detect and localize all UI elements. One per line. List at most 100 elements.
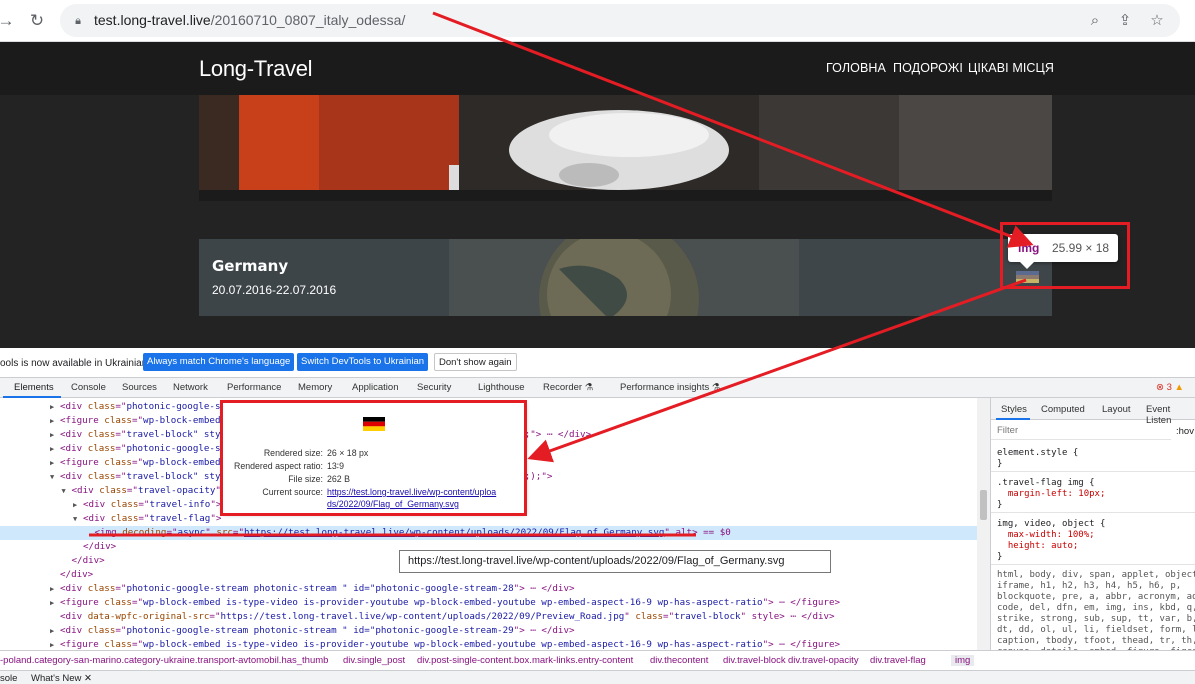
attr-value: async — [177, 527, 206, 538]
dom-line[interactable]: ▶ <div class="photonic-google-stream phot… — [0, 582, 977, 596]
tag-tail: > ⋯ </div> — [519, 583, 575, 594]
expand-triangle-icon[interactable]: ▶ — [50, 457, 60, 471]
tab-performance[interactable]: Performance — [227, 382, 281, 393]
expand-triangle-icon[interactable]: ▶ — [50, 429, 60, 443]
close-icon[interactable]: ✕ — [84, 673, 92, 684]
styles-filter-input[interactable]: Filter — [991, 420, 1171, 440]
expand-triangle-icon[interactable]: ▼ — [50, 471, 60, 485]
url-text[interactable]: test.long-travel.live/20160710_0807_ital… — [94, 12, 405, 28]
style-selector[interactable]: iframe, h1, h2, h3, h4, h5, h6, p, — [997, 581, 1181, 593]
travel-title[interactable]: Germany — [212, 257, 288, 275]
tab-elements[interactable]: Elements — [14, 382, 54, 393]
style-declaration[interactable]: max-width: 100%; — [997, 530, 1095, 542]
bookmark-star-icon[interactable]: ☆ — [1147, 11, 1167, 31]
style-declaration[interactable]: margin-left: 10px; — [997, 489, 1106, 501]
style-selector[interactable]: caption, tbody, tfoot, thead, tr, th, t — [997, 636, 1195, 648]
elements-scroll-thumb[interactable] — [980, 490, 987, 520]
drawer-tab-console[interactable]: sole — [0, 673, 17, 684]
dom-line-selected-img[interactable]: <img decoding="async" src="https://test.… — [0, 526, 977, 540]
tab-console[interactable]: Console — [71, 382, 106, 393]
expand-triangle-icon[interactable]: ▶ — [50, 639, 60, 650]
share-icon[interactable]: ⇪ — [1115, 11, 1135, 31]
tab-memory[interactable]: Memory — [298, 382, 332, 393]
style-selector[interactable]: } — [997, 552, 1002, 564]
styles-tabbar: Styles Computed Layout Event Listen — [991, 398, 1195, 426]
breadcrumb-item[interactable]: div.travel-opacity — [788, 655, 859, 666]
breadcrumb-item[interactable]: img — [951, 655, 975, 666]
error-count: 3 — [1166, 382, 1172, 393]
attr-eq: =" — [115, 471, 127, 482]
attr-value: travel-block — [674, 611, 741, 622]
dom-line[interactable]: ▶ <figure class="wp-block-embed is-type-v… — [0, 638, 977, 650]
tab-lighthouse[interactable]: Lighthouse — [478, 382, 524, 393]
style-selector[interactable]: dt, dd, ol, ul, li, fieldset, form, lab — [997, 625, 1195, 637]
expand-triangle-icon[interactable]: ▶ — [50, 597, 60, 611]
tab-security[interactable]: Security — [417, 382, 451, 393]
attr-name: class — [635, 611, 664, 622]
breadcrumb-item[interactable]: div.post-single-content.box.mark-links.e… — [417, 655, 633, 666]
expand-triangle-icon[interactable]: ▶ — [73, 499, 83, 513]
style-selector[interactable]: html, body, div, span, applet, object, — [997, 570, 1195, 582]
expand-triangle-icon[interactable]: ▶ — [50, 401, 60, 415]
breadcrumb-item[interactable]: div.thecontent — [650, 655, 708, 666]
always-match-language-button[interactable]: Always match Chrome's language — [143, 353, 295, 371]
expand-triangle-icon[interactable]: ▼ — [73, 513, 83, 527]
expand-triangle-icon[interactable]: ▼ — [62, 485, 72, 499]
expand-triangle-icon[interactable]: ▶ — [50, 443, 60, 457]
dom-line[interactable]: ▶ <figure class="wp-block-embed is-type-v… — [0, 596, 977, 610]
error-count-badge[interactable]: ⊗ 3 ▲ — [1156, 382, 1184, 393]
reload-icon[interactable]: ↻ — [25, 9, 49, 33]
tag-tail: </div> — [71, 555, 105, 566]
dom-line[interactable]: <div data-wpfc-original-src="https://tes… — [0, 610, 977, 624]
breadcrumb-item[interactable]: div.travel-block — [723, 655, 786, 666]
style-selector[interactable]: img, video, object { — [997, 519, 1105, 531]
style-declaration[interactable]: height: auto; — [997, 541, 1078, 553]
tab-network[interactable]: Network — [173, 382, 208, 393]
lock-icon[interactable]: 🔒︎ — [68, 11, 88, 31]
breadcrumb-item[interactable]: -poland.category-san-marino.category-ukr… — [0, 655, 328, 666]
site-logo[interactable]: Long-Travel — [199, 56, 313, 82]
style-selector[interactable]: blockquote, pre, a, abbr, acronym, addr — [997, 592, 1195, 604]
tag-name: figure — [65, 639, 99, 650]
switch-to-ukrainian-button[interactable]: Switch DevTools to Ukrainian — [297, 353, 429, 371]
hov-toggle[interactable]: :hov — [1176, 426, 1194, 437]
tab-layout[interactable]: Layout — [1102, 404, 1131, 415]
attr-eq: =" — [232, 527, 244, 538]
attr-name: class — [99, 485, 127, 496]
style-selector[interactable]: .travel-flag img { — [997, 478, 1095, 490]
tab-application[interactable]: Application — [352, 382, 398, 393]
attr-value[interactable]: https://test.long-travel.live/wp-content… — [244, 527, 664, 538]
tab-recorder[interactable]: Recorder ⚗ — [543, 382, 593, 393]
nav-home[interactable]: ГОЛОВНА — [826, 61, 886, 75]
tag-name: div — [65, 625, 83, 636]
breadcrumb-item[interactable]: div.travel-flag — [870, 655, 926, 666]
nav-travels[interactable]: ПОДОРОЖІ — [893, 61, 963, 75]
tab-computed[interactable]: Computed — [1041, 404, 1085, 415]
hero-image — [199, 95, 1052, 201]
drawer-tab-whats-new[interactable]: What's New ✕ — [31, 673, 92, 684]
style-selector[interactable]: element.style { — [997, 448, 1078, 460]
tag-tail: style> ⋯ </div> — [746, 611, 835, 622]
zoom-icon[interactable]: ⌕ — [1085, 11, 1105, 31]
tab-styles[interactable]: Styles — [1001, 404, 1027, 415]
attr-eq: =" — [166, 527, 178, 538]
tab-sources[interactable]: Sources — [122, 382, 157, 393]
style-selector[interactable]: } — [997, 500, 1002, 512]
dont-show-again-button[interactable]: Don't show again — [434, 353, 517, 371]
style-selector[interactable]: code, del, dfn, em, img, ins, kbd, q, s — [997, 603, 1195, 615]
travel-block[interactable]: Germany 20.07.2016-22.07.2016 — [199, 239, 1052, 316]
dom-line[interactable]: ▶ <div class="photonic-google-stream phot… — [0, 624, 977, 638]
nav-interesting-places[interactable]: ЦІКАВІ МІСЦЯ — [968, 61, 1054, 75]
tab-performance-insights[interactable]: Performance insights ⚗ — [620, 382, 720, 393]
url-tooltip: https://test.long-travel.live/wp-content… — [399, 550, 831, 573]
forward-icon[interactable]: → — [0, 9, 18, 33]
style-selector[interactable]: } — [997, 459, 1002, 471]
elements-scrollbar[interactable] — [977, 398, 990, 650]
expand-triangle-icon[interactable]: ▶ — [50, 583, 60, 597]
breadcrumb-item[interactable]: div.single_post — [343, 655, 405, 666]
address-bar[interactable]: 🔒︎ test.long-travel.live/20160710_0807_i… — [60, 4, 1180, 37]
expand-triangle-icon[interactable]: ▶ — [50, 415, 60, 429]
attr-eq: =" — [126, 485, 138, 496]
style-selector[interactable]: strike, strong, sub, sup, tt, var, b, u — [997, 614, 1195, 626]
expand-triangle-icon[interactable]: ▶ — [50, 625, 60, 639]
